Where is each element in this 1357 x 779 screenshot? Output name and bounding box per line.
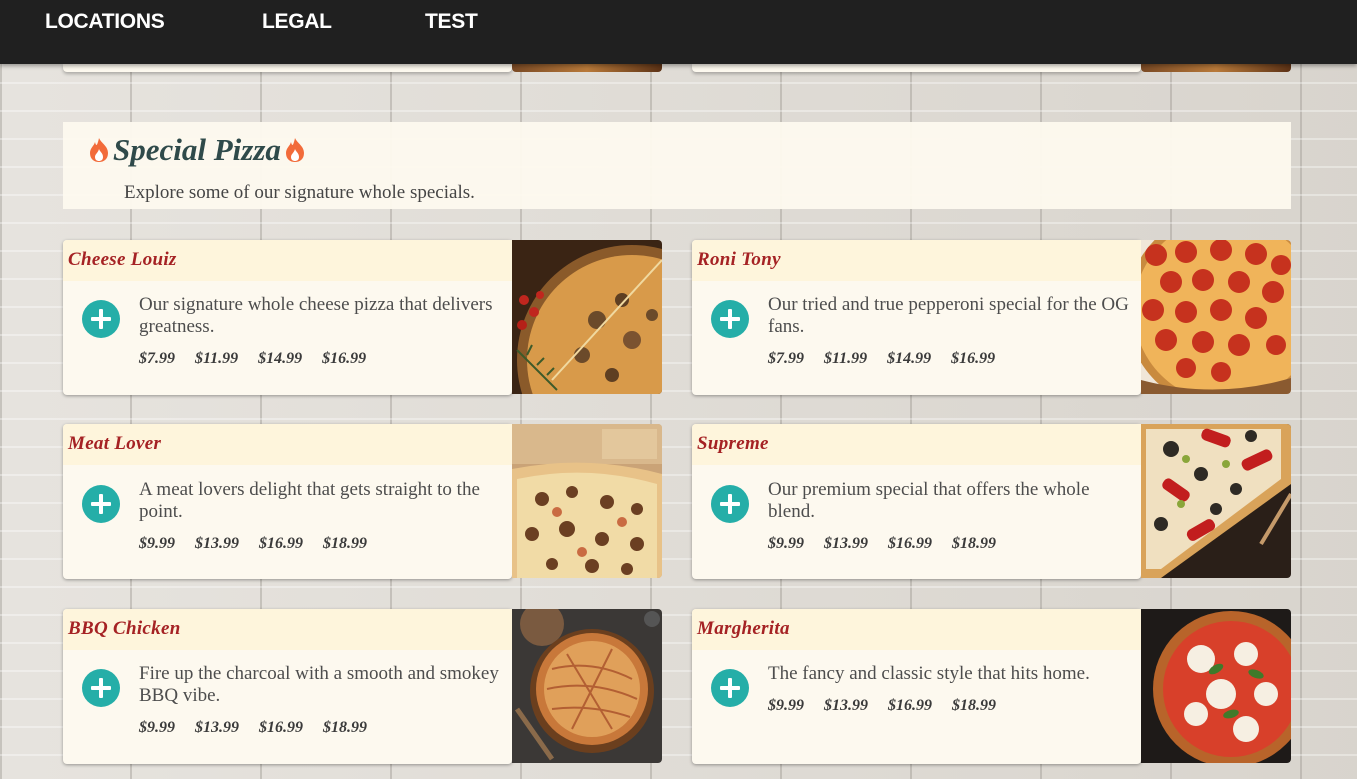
card-header: BBQ Chicken [63,609,512,650]
price-option[interactable]: $11.99 [824,350,867,368]
bbq-chicken-pizza-photo [512,609,662,763]
pepperoni-pizza-photo [1141,240,1291,394]
menu-item-name: Supreme [697,433,769,454]
top-nav: LOCATIONS LEGAL TEST [0,0,1357,64]
special-pizza-section: Special Pizza Explore some of our signat… [63,122,1291,779]
menu-item-name: BBQ Chicken [68,618,181,639]
menu-item-description: Our premium special that offers the whol… [768,479,1090,522]
nav-item-test[interactable]: TEST [425,10,478,34]
previous-card-edge [692,64,1141,72]
previous-card-edge [63,64,512,72]
previous-card-image-edge [1141,64,1291,72]
section-subtitle: Explore some of our signature whole spec… [124,182,475,203]
price-option[interactable]: $14.99 [887,350,931,368]
price-option[interactable]: $16.99 [322,350,366,368]
price-option[interactable]: $11.99 [195,350,238,368]
add-item-button[interactable] [711,485,749,523]
add-item-button[interactable] [82,485,120,523]
price-option[interactable]: $16.99 [259,535,303,553]
price-option[interactable]: $9.99 [139,719,175,737]
price-option[interactable]: $13.99 [824,697,868,715]
price-option[interactable]: $9.99 [139,535,175,553]
card-header: Meat Lover [63,424,512,465]
price-option[interactable]: $18.99 [952,697,996,715]
cheese-pizza-photo [512,240,662,394]
price-option[interactable]: $9.99 [768,535,804,553]
price-option[interactable]: $16.99 [951,350,995,368]
card-header: Supreme [692,424,1141,465]
price-option[interactable]: $13.99 [824,535,868,553]
menu-item-description: A meat lovers delight that gets straight… [139,479,480,522]
price-option[interactable]: $18.99 [323,719,367,737]
add-item-button[interactable] [82,669,120,707]
price-option[interactable]: $9.99 [768,697,804,715]
meat-pizza-photo [512,424,662,578]
price-option[interactable]: $16.99 [888,697,932,715]
card-header: Cheese Louiz [63,240,512,281]
menu-item-name: Roni Tony [697,249,781,270]
price-option[interactable]: $16.99 [888,535,932,553]
menu-item-name: Meat Lover [68,433,162,454]
supreme-pizza-photo [1141,424,1291,578]
price-list: $9.99 $13.99 $16.99 $18.99 [768,697,1016,715]
section-title: Special Pizza [87,132,307,168]
menu-item-card: Margherita The fancy and classic style t… [692,609,1141,764]
flame-icon [285,138,304,162]
price-option[interactable]: $13.99 [195,719,239,737]
add-item-button[interactable] [82,300,120,338]
menu-item-card: Cheese Louiz Our signature whole cheese … [63,240,512,395]
card-header: Roni Tony [692,240,1141,281]
price-option[interactable]: $13.99 [195,535,239,553]
section-header: Special Pizza Explore some of our signat… [63,122,1291,209]
previous-card-image-edge [512,64,662,72]
price-list: $9.99 $13.99 $16.99 $18.99 [139,719,387,737]
menu-item-description: Fire up the charcoal with a smooth and s… [139,663,499,706]
menu-item-card: Supreme Our premium special that offers … [692,424,1141,579]
price-option[interactable]: $14.99 [258,350,302,368]
menu-item-description: Our tried and true pepperoni special for… [768,294,1129,337]
flame-icon [90,138,108,162]
margherita-pizza-photo [1141,609,1291,763]
menu-item-name: Margherita [697,618,790,639]
add-item-button[interactable] [711,300,749,338]
price-option[interactable]: $18.99 [952,535,996,553]
menu-item-card: Meat Lover A meat lovers delight that ge… [63,424,512,579]
section-title-text: Special Pizza [113,132,281,167]
price-list: $7.99 $11.99 $14.99 $16.99 [768,350,1015,368]
price-list: $9.99 $13.99 $16.99 $18.99 [139,535,387,553]
add-item-button[interactable] [711,669,749,707]
nav-item-legal[interactable]: LEGAL [262,10,332,34]
price-option[interactable]: $7.99 [768,350,804,368]
menu-item-card: BBQ Chicken Fire up the charcoal with a … [63,609,512,764]
price-option[interactable]: $7.99 [139,350,175,368]
price-option[interactable]: $16.99 [259,719,303,737]
price-option[interactable]: $18.99 [323,535,367,553]
price-list: $9.99 $13.99 $16.99 $18.99 [768,535,1016,553]
menu-item-description: Our signature whole cheese pizza that de… [139,294,493,337]
menu-item-name: Cheese Louiz [68,249,177,270]
menu-item-card: Roni Tony Our tried and true pepperoni s… [692,240,1141,395]
card-header: Margherita [692,609,1141,650]
nav-item-locations[interactable]: LOCATIONS [45,10,165,34]
menu-item-description: The fancy and classic style that hits ho… [768,663,1090,684]
price-list: $7.99 $11.99 $14.99 $16.99 [139,350,386,368]
